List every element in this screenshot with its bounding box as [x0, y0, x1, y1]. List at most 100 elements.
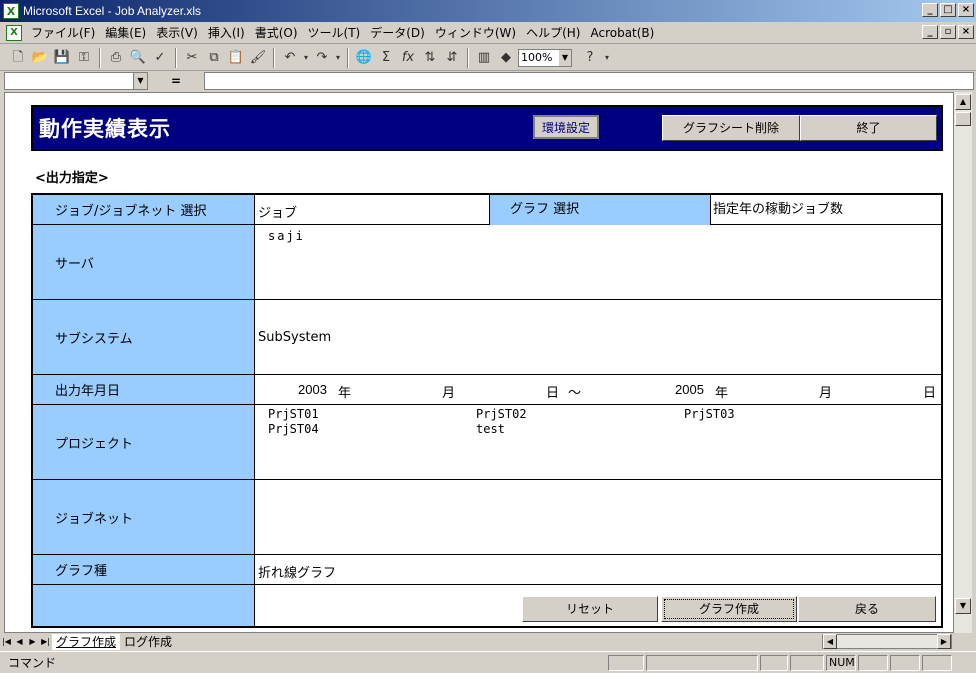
start-month-unit: 月 — [442, 385, 456, 400]
status-panel — [646, 655, 758, 671]
tab-graph-create[interactable]: グラフ作成 — [52, 633, 121, 650]
formula-input[interactable] — [204, 72, 974, 90]
window-title: Microsoft Excel - Job Analyzer.xls — [23, 4, 202, 18]
tab-log-create[interactable]: ログ作成 — [120, 634, 176, 650]
name-box[interactable]: ▼ — [4, 72, 148, 90]
save-icon[interactable]: 💾 — [52, 48, 72, 68]
exit-button[interactable]: 終了 — [800, 115, 937, 141]
project-list[interactable]: PrjST01 PrjST02 PrjST03 PrjST04 test — [256, 405, 941, 479]
drawing-icon[interactable]: ◆ — [496, 48, 516, 68]
status-panel — [790, 655, 824, 671]
open-icon[interactable]: 📂 — [30, 48, 50, 68]
formula-equals-label[interactable]: = — [148, 74, 204, 88]
reset-button[interactable]: リセット — [522, 596, 658, 622]
spelling-icon[interactable]: ✓ — [150, 48, 170, 68]
project-row: プロジェクト PrjST01 PrjST02 PrjST03 PrjST04 t… — [33, 405, 941, 480]
help-icon[interactable]: ? — [580, 48, 600, 68]
output-spec-heading: <出力指定> — [35, 171, 109, 186]
project-item[interactable]: test — [476, 422, 505, 436]
menu-insert[interactable]: 挿入(I) — [203, 24, 250, 41]
scroll-left-icon[interactable]: ◀ — [823, 634, 837, 649]
sheet-tab-bar: |◀ ◀ ▶ ▶| グラフ作成 ログ作成 ◀ ▶ — [0, 633, 976, 650]
vertical-scrollbar[interactable]: ▲ ▼ — [954, 92, 972, 633]
project-item[interactable]: PrjST01 — [268, 407, 319, 421]
project-item[interactable]: PrjST03 — [684, 407, 735, 421]
subsystem-value[interactable]: SubSystem — [256, 300, 941, 374]
doc-minimize-icon[interactable]: _ — [922, 25, 938, 39]
prev-sheet-icon[interactable]: ◀ — [13, 634, 26, 649]
jobnet-row: ジョブネット — [33, 480, 941, 555]
menu-tools[interactable]: ツール(T) — [303, 24, 366, 41]
copy-icon[interactable]: ⧉ — [204, 48, 224, 68]
scroll-thumb[interactable] — [955, 112, 971, 126]
create-graph-button[interactable]: グラフ作成 — [661, 596, 797, 622]
last-sheet-icon[interactable]: ▶| — [39, 634, 52, 649]
menu-format[interactable]: 書式(O) — [250, 24, 303, 41]
minimize-icon[interactable]: _ — [922, 3, 938, 17]
scroll-down-icon[interactable]: ▼ — [955, 598, 971, 614]
horizontal-scrollbar[interactable]: ◀ ▶ — [822, 634, 952, 649]
scroll-up-icon[interactable]: ▲ — [955, 94, 971, 110]
first-sheet-icon[interactable]: |◀ — [0, 634, 13, 649]
hyperlink-icon[interactable]: 🌐 — [354, 48, 374, 68]
subsystem-text: SubSystem — [258, 330, 332, 345]
sort-descending-icon[interactable]: ⇵ — [442, 48, 462, 68]
jobnet-list[interactable] — [256, 480, 941, 554]
print-icon[interactable]: ⎙ — [106, 48, 126, 68]
close-icon[interactable]: × — [958, 3, 974, 17]
paste-icon[interactable]: 📋 — [226, 48, 246, 68]
toolbar-options-icon[interactable]: ▾ — [602, 48, 612, 68]
date-label: 出力年月日 — [33, 375, 255, 404]
chart-wizard-icon[interactable]: ▥ — [474, 48, 494, 68]
graph-select-value[interactable]: 指定年の稼動ジョブ数 — [713, 195, 843, 225]
next-sheet-icon[interactable]: ▶ — [26, 634, 39, 649]
end-year-value[interactable]: 2005 — [675, 382, 704, 397]
format-painter-icon[interactable]: 🖌 — [248, 48, 268, 68]
date-row: 出力年月日 2003 年 月 日 ～ 2005 年 月 日 — [33, 375, 941, 405]
redo-icon[interactable]: ↷ — [312, 48, 332, 68]
job-select-label: ジョブ/ジョブネット 選択 — [33, 195, 255, 224]
end-year-unit: 年 — [715, 385, 729, 400]
menu-help[interactable]: ヘルプ(H) — [521, 24, 585, 41]
back-button[interactable]: 戻る — [798, 596, 936, 622]
project-item[interactable]: PrjST04 — [268, 422, 319, 436]
undo-dropdown-icon[interactable]: ▾ — [302, 48, 310, 68]
zoom-select[interactable]: 100% ▼ — [518, 48, 572, 67]
function-icon[interactable]: fx — [398, 48, 418, 68]
window-controls: _ □ × — [922, 3, 974, 17]
status-panel — [890, 655, 920, 671]
doc-close-icon[interactable]: × — [958, 25, 974, 39]
doc-restore-icon[interactable]: ▫ — [940, 25, 956, 39]
menu-edit[interactable]: 編集(E) — [100, 24, 151, 41]
permission-icon[interactable]: ⚿ — [74, 48, 94, 68]
header-banner: 動作実績表示 環境設定 グラフシート削除 終了 — [31, 105, 943, 151]
undo-icon[interactable]: ↶ — [280, 48, 300, 68]
zoom-value: 100% — [521, 50, 553, 64]
jobnet-label: ジョブネット — [33, 480, 255, 554]
menu-window[interactable]: ウィンドウ(W) — [430, 24, 521, 41]
graph-type-value[interactable]: 折れ線グラフ — [256, 555, 941, 584]
menu-acrobat[interactable]: Acrobat(B) — [585, 26, 659, 40]
menu-file[interactable]: ファイル(F) — [26, 24, 100, 41]
server-list[interactable]: saji — [256, 225, 941, 299]
print-preview-icon[interactable]: 🔍 — [128, 48, 148, 68]
project-item[interactable]: PrjST02 — [476, 407, 527, 421]
redo-dropdown-icon[interactable]: ▾ — [334, 48, 342, 68]
name-box-dropdown-icon[interactable]: ▼ — [133, 73, 147, 89]
restore-icon[interactable]: □ — [940, 3, 956, 17]
menu-data[interactable]: データ(D) — [365, 24, 430, 41]
start-year-value[interactable]: 2003 — [298, 382, 327, 397]
delete-graph-sheet-button[interactable]: グラフシート削除 — [662, 115, 800, 141]
job-select-row: ジョブ/ジョブネット 選択 ジョブ グラフ 選択 指定年の稼動ジョブ数 — [33, 195, 941, 225]
autosum-icon[interactable]: Σ — [376, 48, 396, 68]
num-lock-indicator: NUM — [826, 655, 856, 671]
menu-view[interactable]: 表示(V) — [151, 24, 203, 41]
new-icon[interactable]: 🗋 — [8, 48, 28, 68]
cut-icon[interactable]: ✂ — [182, 48, 202, 68]
settings-button[interactable]: 環境設定 — [533, 115, 599, 139]
zoom-dropdown-icon[interactable]: ▼ — [559, 49, 571, 66]
scroll-right-icon[interactable]: ▶ — [937, 634, 951, 649]
server-item[interactable]: saji — [268, 229, 305, 243]
sort-ascending-icon[interactable]: ⇅ — [420, 48, 440, 68]
workbook-icon[interactable]: X — [6, 24, 22, 41]
